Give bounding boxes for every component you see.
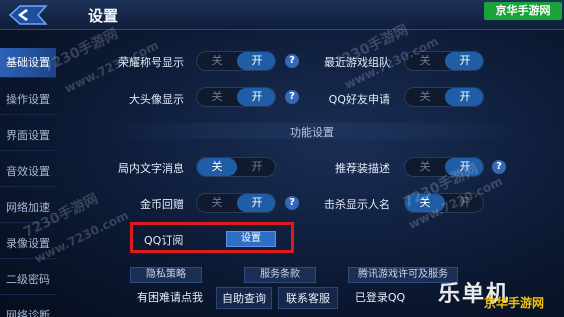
sidebar-item-password[interactable]: 二级密码 xyxy=(0,265,56,295)
sidebar-item-controls[interactable]: 操作设置 xyxy=(0,85,56,115)
header-bar: 设置 xyxy=(0,0,564,30)
terms-of-service-tab[interactable]: 服务条款 xyxy=(244,267,316,283)
setting-label-kill-name: 击杀显示人名 xyxy=(324,198,390,211)
back-arrow-icon xyxy=(8,5,48,25)
setting-label-in-game-text: 局内文字消息 xyxy=(118,162,184,175)
help-icon[interactable]: ? xyxy=(492,160,506,174)
setting-label-qq-friend: QQ好友申请 xyxy=(328,93,390,106)
support-bar: 有困难请点我 自助查询 联系客服 已登录QQ xyxy=(130,287,450,311)
login-status: 已登录QQ xyxy=(354,291,406,304)
toggle-on-option[interactable]: 开 xyxy=(445,52,483,70)
sidebar: 基础设置 操作设置 界面设置 音效设置 网络加速 录像设置 二级密码 网络诊断 xyxy=(0,48,56,317)
setting-label-equip-desc: 推荐装描述 xyxy=(335,162,390,175)
setting-label-gold-rebate: 金币回赠 xyxy=(140,198,184,211)
qq-friend-toggle[interactable]: 关 开 xyxy=(404,87,484,107)
setting-label-big-avatar: 大头像显示 xyxy=(129,93,184,106)
sidebar-item-diagnose[interactable]: 网络诊断 xyxy=(0,301,56,317)
site-badge: 京华手游网 xyxy=(484,2,562,20)
toggle-on-option[interactable]: 开 xyxy=(237,194,275,212)
toggle-on-option[interactable]: 开 xyxy=(237,52,275,70)
qq-subscribe-settings-button[interactable]: 设置 xyxy=(226,231,276,247)
toggle-off-option[interactable]: 关 xyxy=(197,52,237,70)
help-icon[interactable]: ? xyxy=(285,54,299,68)
contact-support-button[interactable]: 联系客服 xyxy=(278,287,338,309)
gold-rebate-toggle[interactable]: 关 开 xyxy=(196,193,276,213)
help-icon[interactable]: ? xyxy=(285,196,299,210)
privacy-policy-tab[interactable]: 隐私策略 xyxy=(130,267,202,283)
site-logo-sub: 京华手游网 xyxy=(484,296,545,310)
support-prompt: 有困难请点我 xyxy=(137,291,203,304)
toggle-on-option[interactable]: 开 xyxy=(237,158,275,176)
sidebar-item-sound[interactable]: 音效设置 xyxy=(0,157,56,187)
toggle-on-option[interactable]: 开 xyxy=(445,88,483,106)
toggle-on-option[interactable]: 开 xyxy=(237,88,275,106)
toggle-off-option[interactable]: 关 xyxy=(197,158,237,176)
honor-title-toggle[interactable]: 关 开 xyxy=(196,51,276,71)
page-title: 设置 xyxy=(88,7,119,25)
section-title: 功能设置 xyxy=(290,126,334,139)
big-avatar-toggle[interactable]: 关 开 xyxy=(196,87,276,107)
in-game-text-toggle[interactable]: 关 开 xyxy=(196,157,276,177)
self-service-button[interactable]: 自助查询 xyxy=(216,287,272,309)
toggle-off-option[interactable]: 关 xyxy=(197,88,237,106)
toggle-off-option[interactable]: 关 xyxy=(405,88,445,106)
qq-subscribe-label: QQ订阅 xyxy=(144,234,184,247)
back-button[interactable] xyxy=(6,3,54,27)
sidebar-item-interface[interactable]: 界面设置 xyxy=(0,121,56,151)
help-icon[interactable]: ? xyxy=(285,90,299,104)
toggle-off-option[interactable]: 关 xyxy=(197,194,237,212)
